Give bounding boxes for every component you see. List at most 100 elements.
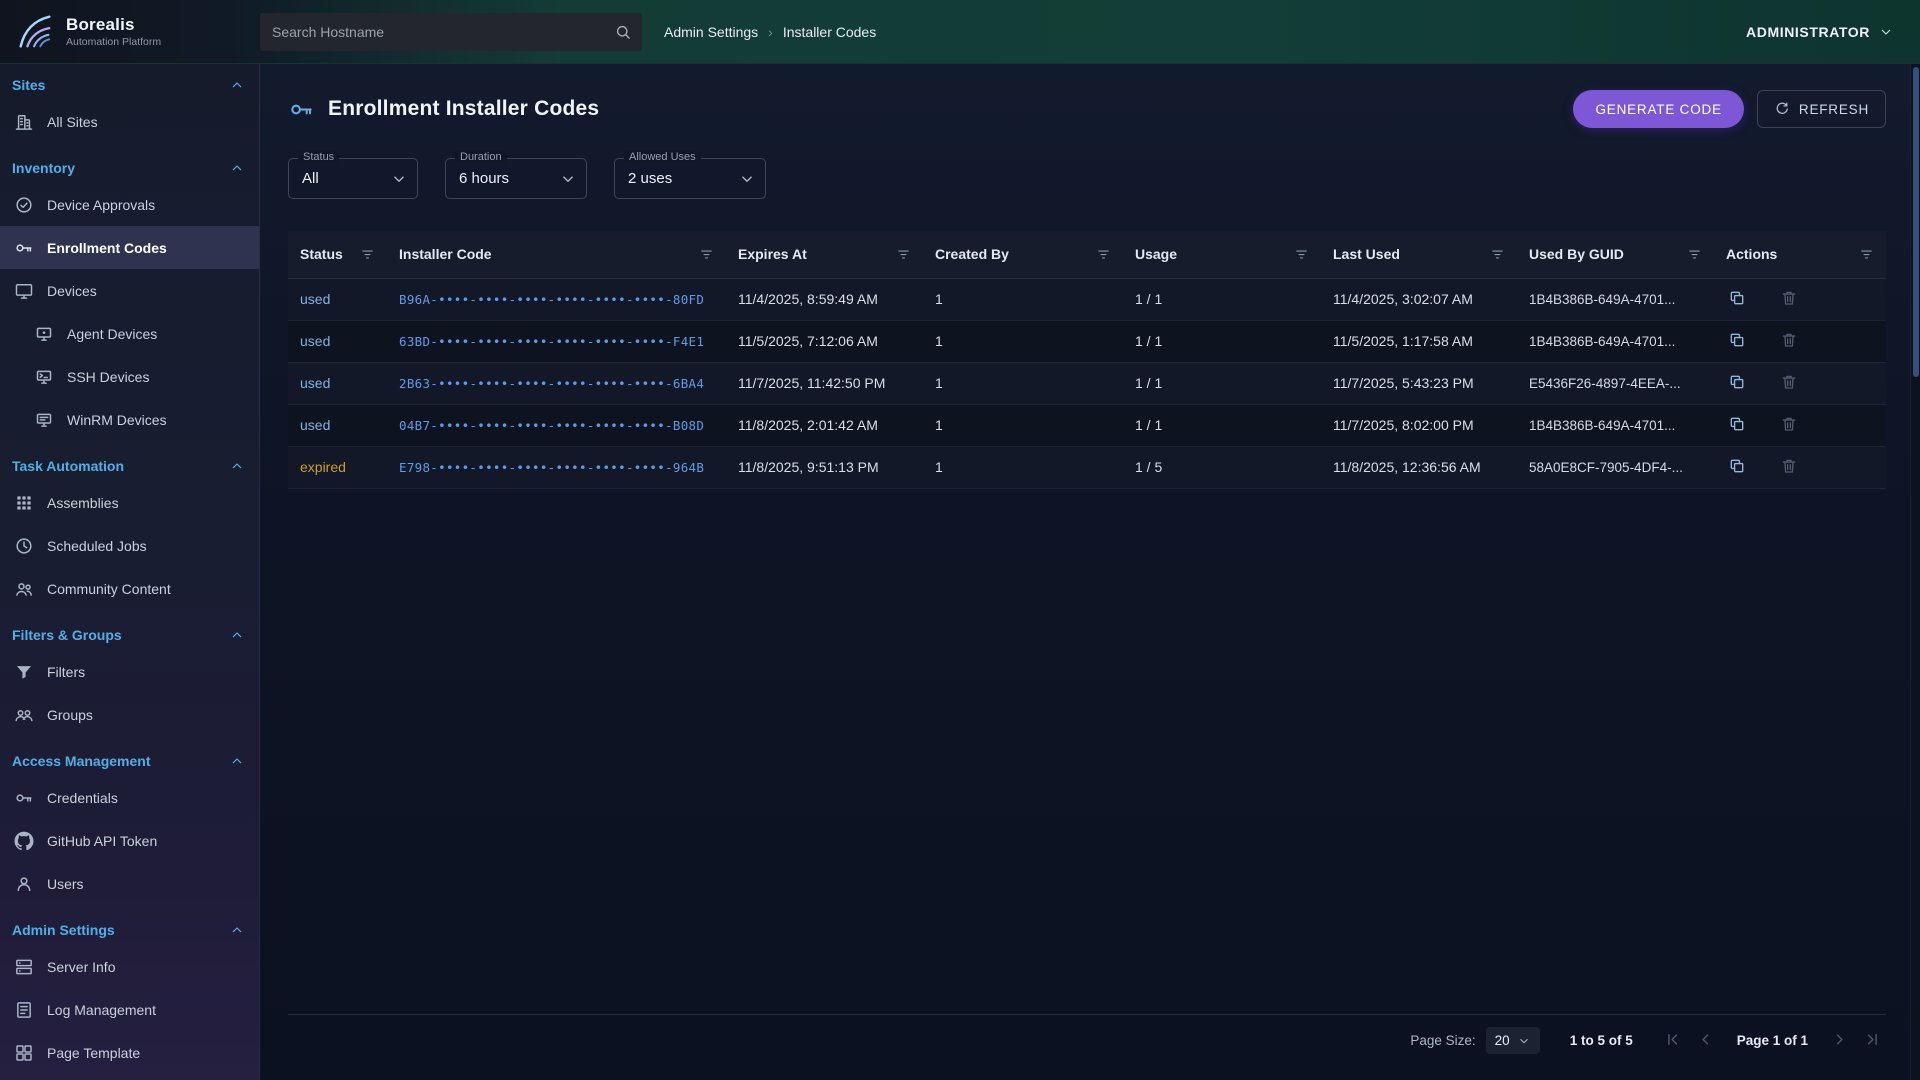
scrollbar[interactable] [1910, 64, 1920, 1080]
expires-at: 11/7/2025, 11:42:50 PM [726, 362, 923, 404]
sites-icon [14, 112, 34, 132]
sidebar-item-scheduled-jobs[interactable]: Scheduled Jobs [0, 524, 259, 567]
scrollbar-thumb[interactable] [1913, 67, 1919, 377]
search-input[interactable] [260, 13, 642, 51]
log-icon [14, 1000, 34, 1020]
installer-code[interactable]: E798-••••-••••-••••-••••-••••-••••-964B [399, 460, 704, 475]
column-filter-icon[interactable] [1859, 247, 1874, 262]
section-label: Filters & Groups [12, 627, 122, 643]
last-page-button[interactable] [1863, 1030, 1882, 1052]
delete-code-button[interactable] [1778, 329, 1800, 354]
sidebar-section-header-sites[interactable]: Sites [0, 64, 259, 100]
column-filter-icon[interactable] [1687, 247, 1702, 262]
sidebar-item-log-management[interactable]: Log Management [0, 988, 259, 1031]
filter-select-status[interactable]: StatusAll [288, 158, 418, 199]
sidebar-section-inventory: Inventory Device ApprovalsEnrollment Code… [0, 147, 259, 441]
sidebar-item-devices[interactable]: Devices [0, 269, 259, 312]
delete-code-button[interactable] [1778, 413, 1800, 438]
installer-code[interactable]: B96A-••••-••••-••••-••••-••••-••••-80FD [399, 292, 704, 307]
sidebar-item-filters[interactable]: Filters [0, 650, 259, 693]
sidebar-section-header-filters-groups[interactable]: Filters & Groups [0, 614, 259, 650]
column-header-status: Status [288, 231, 387, 278]
sidebar-item-assemblies[interactable]: Assemblies [0, 481, 259, 524]
sidebar-section-header-task-automation[interactable]: Task Automation [0, 445, 259, 481]
page-size-value: 20 [1495, 1033, 1510, 1048]
community-icon [14, 579, 34, 599]
sidebar-item-label: Devices [47, 283, 97, 299]
sidebar-item-all-sites[interactable]: All Sites [0, 100, 259, 143]
chevron-up-icon [229, 77, 245, 93]
table-row[interactable]: expired E798-••••-••••-••••-••••-••••-•••… [288, 446, 1886, 488]
column-filter-icon[interactable] [896, 247, 911, 262]
page-size-select[interactable]: 20 [1486, 1027, 1540, 1054]
sidebar-item-community-content[interactable]: Community Content [0, 567, 259, 610]
sidebar-item-label: Server Info [47, 959, 115, 975]
user-label: ADMINISTRATOR [1746, 24, 1870, 40]
column-filter-icon[interactable] [699, 247, 714, 262]
refresh-label: REFRESH [1799, 102, 1869, 117]
user-menu[interactable]: ADMINISTRATOR [1746, 24, 1920, 40]
sidebar-item-device-approvals[interactable]: Device Approvals [0, 183, 259, 226]
filter-select-duration[interactable]: Duration6 hours [445, 158, 587, 199]
sidebar-item-winrm-devices[interactable]: WinRM Devices [0, 398, 259, 441]
copy-code-button[interactable] [1726, 329, 1748, 354]
delete-code-button[interactable] [1778, 455, 1800, 480]
installer-code[interactable]: 04B7-••••-••••-••••-••••-••••-••••-B08D [399, 418, 704, 433]
sidebar-item-server-info[interactable]: Server Info [0, 945, 259, 988]
breadcrumb-installer-codes[interactable]: Installer Codes [783, 24, 876, 40]
brand-subtitle: Automation Platform [66, 36, 161, 48]
table-row[interactable]: used2B63-••••-••••-••••-••••-••••-••••-6… [288, 362, 1886, 404]
copy-code-button[interactable] [1726, 413, 1748, 438]
table-row[interactable]: used04B7-••••-••••-••••-••••-••••-••••-B… [288, 404, 1886, 446]
refresh-button[interactable]: REFRESH [1757, 90, 1886, 128]
copy-code-button[interactable] [1726, 455, 1748, 480]
first-page-button[interactable] [1663, 1030, 1682, 1052]
page-title: Enrollment Installer Codes [328, 97, 599, 121]
copy-code-button[interactable] [1726, 371, 1748, 396]
column-filter-icon[interactable] [1490, 247, 1505, 262]
installer-code[interactable]: 63BD-••••-••••-••••-••••-••••-••••-F4E1 [399, 334, 704, 349]
sidebar-item-label: Filters [47, 664, 85, 680]
chevron-up-icon [229, 160, 245, 176]
delete-code-button[interactable] [1778, 287, 1800, 312]
installer-code[interactable]: 2B63-••••-••••-••••-••••-••••-••••-6BA4 [399, 376, 704, 391]
sidebar-section-header-inventory[interactable]: Inventory [0, 147, 259, 183]
sidebar-item-enrollment-codes[interactable]: Enrollment Codes [0, 226, 259, 269]
sidebar-item-ssh-devices[interactable]: SSH Devices [0, 355, 259, 398]
brand[interactable]: Borealis Automation Platform [0, 11, 260, 53]
breadcrumb-admin-settings[interactable]: Admin Settings [664, 24, 758, 40]
table-row[interactable]: used63BD-••••-••••-••••-••••-••••-••••-F… [288, 320, 1886, 362]
column-header-installer-code: Installer Code [387, 231, 726, 278]
sidebar-section-filters-groups: Filters & Groups Filters Groups [0, 614, 259, 736]
filter-select-allowed-uses[interactable]: Allowed Uses2 uses [614, 158, 766, 199]
column-filter-icon[interactable] [360, 247, 375, 262]
sidebar-item-credentials[interactable]: Credentials [0, 776, 259, 819]
sidebar-item-label: Groups [47, 707, 93, 723]
sidebar-section-header-admin-settings[interactable]: Admin Settings [0, 909, 259, 945]
sidebar-item-label: Credentials [47, 790, 118, 806]
generate-code-button[interactable]: GENERATE CODE [1573, 90, 1743, 128]
breadcrumb: Admin Settings › Installer Codes [664, 24, 876, 40]
column-filter-icon[interactable] [1294, 247, 1309, 262]
table-row[interactable]: usedB96A-••••-••••-••••-••••-••••-••••-8… [288, 278, 1886, 320]
sidebar-item-groups[interactable]: Groups [0, 693, 259, 736]
column-header-used-by-guid: Used By GUID [1517, 231, 1714, 278]
sidebar-item-label: Log Management [47, 1002, 156, 1018]
filter-value: All [302, 170, 319, 187]
copy-code-button[interactable] [1726, 287, 1748, 312]
delete-code-button[interactable] [1778, 371, 1800, 396]
sidebar-item-users[interactable]: Users [0, 862, 259, 905]
sidebar-section-header-access-management[interactable]: Access Management [0, 740, 259, 776]
page-header: Enrollment Installer Codes GENERATE CODE… [288, 90, 1886, 128]
next-page-button[interactable] [1830, 1030, 1849, 1052]
sidebar-item-page-template[interactable]: Page Template [0, 1031, 259, 1074]
ssh-devices-icon [34, 367, 54, 387]
codes-table: StatusInstaller CodeExpires AtCreated By… [288, 231, 1886, 489]
sidebar-item-agent-devices[interactable]: Agent Devices [0, 312, 259, 355]
sidebar-item-github-api-token[interactable]: GitHub API Token [0, 819, 259, 862]
status-text: expired [300, 459, 346, 475]
column-filter-icon[interactable] [1096, 247, 1111, 262]
column-label: Installer Code [399, 246, 492, 262]
prev-page-button[interactable] [1696, 1030, 1715, 1052]
section-label: Inventory [12, 160, 75, 176]
